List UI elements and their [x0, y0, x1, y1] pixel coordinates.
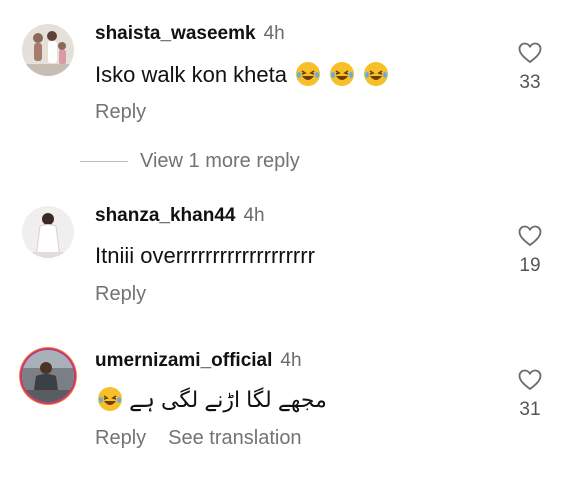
like-control: 19	[510, 225, 550, 277]
comment-text: مجھے لگا اڑنے لگی ہے	[95, 386, 327, 413]
avatar[interactable]	[22, 350, 74, 402]
timestamp: 4h	[243, 205, 265, 226]
heart-icon[interactable]	[510, 369, 550, 391]
heart-icon[interactable]	[510, 225, 550, 247]
comment-text: Isko walk kon kheta	[95, 61, 389, 88]
avatar[interactable]	[22, 24, 74, 76]
timestamp: 4h	[263, 23, 285, 44]
comment-actions: Reply	[95, 283, 146, 306]
reply-button[interactable]: Reply	[95, 283, 146, 305]
comment-actions: Reply See translation	[95, 427, 302, 450]
laughing-emoji-icon	[361, 62, 389, 87]
username[interactable]: shanza_khan44 4h	[95, 205, 265, 227]
username[interactable]: shaista_waseemk 4h	[95, 23, 285, 45]
reply-button[interactable]: Reply	[95, 427, 146, 449]
laughing-emoji-icon	[293, 62, 327, 87]
view-more-replies-button[interactable]: View 1 more reply	[80, 147, 300, 175]
like-count: 19	[519, 255, 541, 276]
like-count: 31	[519, 399, 541, 420]
reply-button[interactable]: Reply	[95, 101, 146, 123]
divider	[80, 160, 128, 162]
like-count: 33	[519, 72, 541, 93]
username[interactable]: umernizami_official 4h	[95, 350, 302, 372]
comment-text: Itniii overrrrrrrrrrrrrrrrrrr	[95, 243, 315, 268]
avatar[interactable]	[22, 206, 74, 258]
like-control: 31	[510, 369, 550, 421]
comment-actions: Reply	[95, 101, 146, 124]
view-more-replies-label: View 1 more reply	[140, 149, 300, 172]
laughing-emoji-icon	[327, 62, 361, 87]
see-translation-button[interactable]: See translation	[168, 427, 301, 449]
timestamp: 4h	[280, 350, 302, 371]
laughing-emoji-icon	[95, 387, 129, 412]
like-control: 33	[510, 42, 550, 94]
heart-icon[interactable]	[510, 42, 550, 64]
